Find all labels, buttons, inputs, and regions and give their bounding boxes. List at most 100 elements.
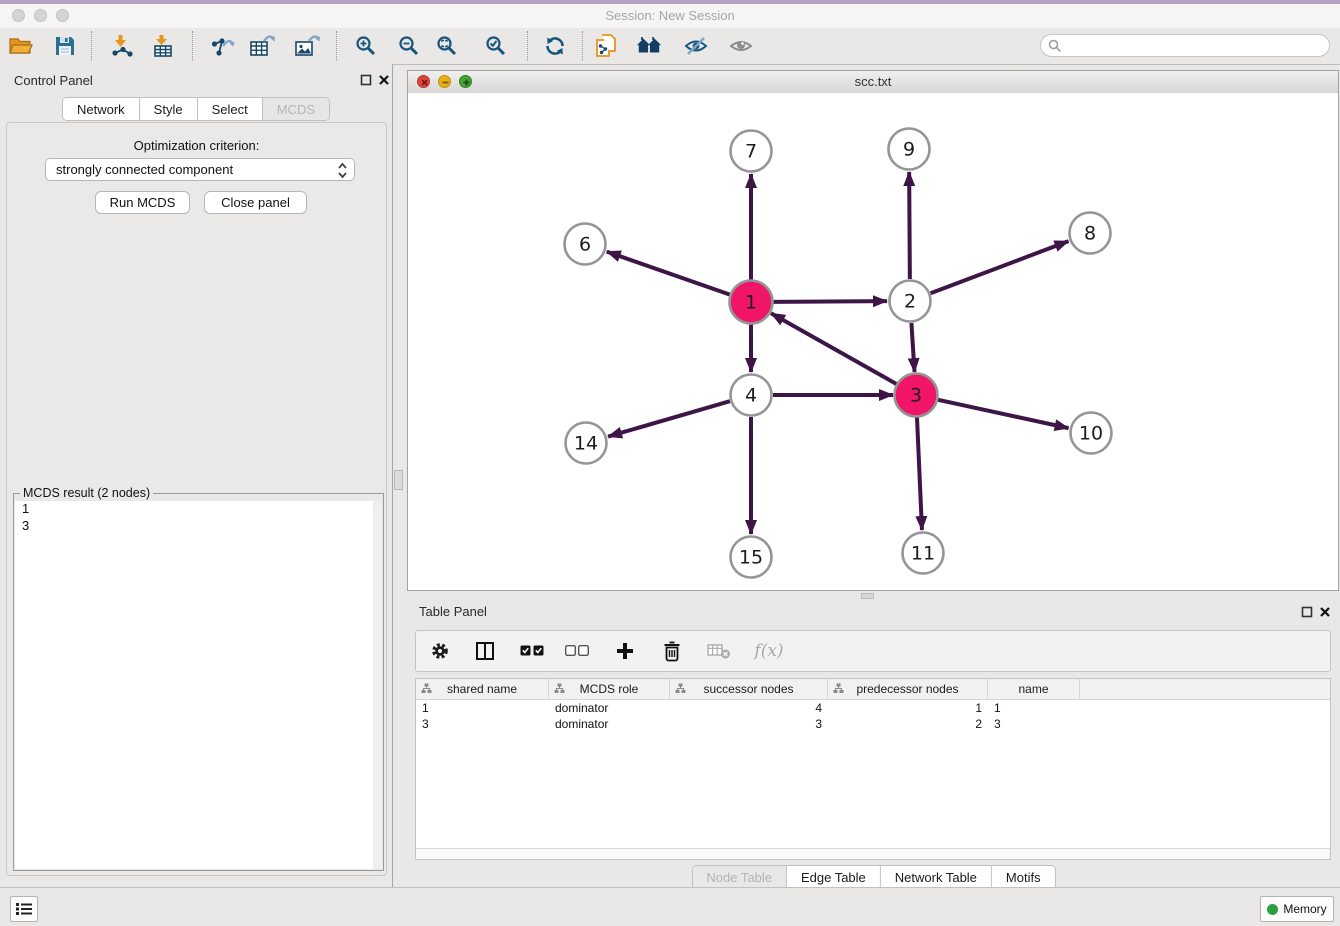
- table-hscrollbar[interactable]: [416, 848, 1330, 859]
- tab-motifs[interactable]: Motifs: [992, 866, 1055, 889]
- add-row-icon[interactable]: [613, 639, 637, 663]
- main-window: Session: New Session: [0, 4, 1340, 926]
- function-builder-icon[interactable]: f(x): [752, 639, 786, 663]
- tab-network[interactable]: Network: [63, 98, 140, 120]
- vertical-splitter-grip[interactable]: [394, 470, 403, 490]
- clone-network-icon[interactable]: [593, 33, 619, 59]
- task-history-button[interactable]: [10, 896, 38, 922]
- run-mcds-button[interactable]: Run MCDS: [95, 191, 190, 214]
- zoom-selected-icon[interactable]: [483, 33, 509, 59]
- network-view[interactable]: 7968124314101511: [408, 93, 1338, 590]
- graph-edge-2-8[interactable]: [931, 241, 1069, 293]
- column-settings-icon[interactable]: [428, 639, 452, 663]
- table-panel-title: Table Panel: [419, 604, 487, 619]
- tab-select[interactable]: Select: [198, 98, 263, 120]
- import-network-icon[interactable]: [109, 33, 135, 59]
- close-panel-button[interactable]: Close panel: [204, 191, 307, 214]
- deselect-all-icon[interactable]: [565, 639, 589, 663]
- table-cell[interactable]: 1: [828, 700, 988, 716]
- graph-edge-3-1[interactable]: [771, 313, 897, 384]
- table-row[interactable]: 1dominator411: [416, 700, 1330, 716]
- table-cell[interactable]: 2: [828, 716, 988, 732]
- criterion-dropdown[interactable]: strongly connected component: [45, 158, 355, 181]
- column-label: shared name: [447, 682, 517, 696]
- zoom-out-icon[interactable]: [396, 33, 422, 59]
- select-all-icon[interactable]: [520, 639, 544, 663]
- graph-edge-1-6[interactable]: [607, 252, 731, 295]
- table-cell[interactable]: 1: [416, 700, 549, 716]
- memory-button[interactable]: Memory: [1260, 896, 1334, 922]
- zoom-in-icon[interactable]: [353, 33, 379, 59]
- network-window-titlebar[interactable]: scc.txt: [408, 71, 1338, 94]
- result-scrollbar[interactable]: [373, 501, 382, 869]
- tab-network-table[interactable]: Network Table: [881, 866, 992, 889]
- home-icon[interactable]: [636, 33, 662, 59]
- table-cell[interactable]: 3: [988, 716, 1080, 732]
- tab-mcds[interactable]: MCDS: [263, 98, 329, 120]
- hierarchy-icon: [675, 683, 686, 697]
- delete-table-icon[interactable]: [707, 639, 731, 663]
- fx-label: f(x): [754, 641, 783, 661]
- table-cell[interactable]: 4: [670, 700, 828, 716]
- app-titlebar[interactable]: Session: New Session: [0, 4, 1340, 29]
- mcds-result-lines: 13: [15, 501, 382, 534]
- graph-node-label-7: 7: [745, 141, 757, 163]
- table-header-row: shared name MCDS role successor nodesprede…: [416, 679, 1330, 700]
- close-panel-icon[interactable]: [377, 73, 390, 86]
- graph-edge-2-9[interactable]: [909, 172, 910, 279]
- table-cell[interactable]: 1: [988, 700, 1080, 716]
- horizontal-splitter-grip[interactable]: [861, 593, 874, 599]
- graph-node-label-4: 4: [745, 385, 757, 407]
- split-panel-icon[interactable]: [473, 639, 497, 663]
- column-header-shared-name[interactable]: shared name: [416, 679, 549, 699]
- table-cell[interactable]: dominator: [549, 700, 670, 716]
- search-input[interactable]: [1066, 36, 1329, 55]
- table-cell[interactable]: 3: [416, 716, 549, 732]
- column-header-MCDS-role[interactable]: MCDS role: [549, 679, 670, 699]
- save-session-icon[interactable]: [52, 33, 78, 59]
- import-table-icon[interactable]: [150, 33, 176, 59]
- result-line: 1: [15, 501, 382, 518]
- delete-row-icon[interactable]: [660, 639, 684, 663]
- refresh-icon[interactable]: [542, 33, 568, 59]
- table-row[interactable]: 3dominator323: [416, 716, 1330, 732]
- graph-edge-4-14[interactable]: [608, 401, 730, 436]
- zoom-fit-icon[interactable]: [434, 33, 460, 59]
- tab-node-table[interactable]: Node Table: [692, 866, 787, 889]
- memory-status-icon: [1267, 904, 1278, 915]
- graph-node-label-15: 15: [739, 547, 763, 569]
- export-network-icon[interactable]: [209, 33, 235, 59]
- mcds-result-group: MCDS result (2 nodes) 13: [13, 493, 384, 871]
- graph-edge-1-2[interactable]: [773, 301, 887, 302]
- hide-graphics-details-icon[interactable]: [683, 33, 709, 59]
- float-panel-icon[interactable]: [359, 73, 372, 86]
- table-panel: Table Panel: [407, 600, 1340, 892]
- table-cell[interactable]: 3: [670, 716, 828, 732]
- graph-edge-3-10[interactable]: [937, 400, 1068, 428]
- close-table-panel-icon[interactable]: [1318, 605, 1331, 618]
- show-graphics-details-icon[interactable]: [728, 33, 754, 59]
- export-table-icon[interactable]: [249, 33, 275, 59]
- node-table: shared name MCDS role successor nodesprede…: [415, 678, 1331, 860]
- column-header-name[interactable]: name: [988, 679, 1080, 699]
- open-session-icon[interactable]: [7, 33, 33, 59]
- graph-node-label-14: 14: [574, 433, 598, 455]
- graph-node-label-9: 9: [903, 139, 915, 161]
- table-cell[interactable]: dominator: [549, 716, 670, 732]
- column-label: MCDS role: [580, 682, 639, 696]
- graph-edge-2-3[interactable]: [911, 323, 914, 372]
- mcds-result-textarea[interactable]: 13: [15, 501, 382, 869]
- optimization-criterion-label: Optimization criterion:: [7, 138, 386, 153]
- graph-edge-3-11[interactable]: [917, 417, 922, 530]
- tab-style[interactable]: Style: [140, 98, 198, 120]
- column-header-predecessor-nodes[interactable]: predecessor nodes: [828, 679, 988, 699]
- tab-edge-table[interactable]: Edge Table: [787, 866, 881, 889]
- table-body: 1dominator4113dominator323: [416, 700, 1330, 732]
- criterion-dropdown-value: strongly connected component: [56, 162, 233, 177]
- toolbar-separator: [527, 31, 529, 61]
- column-header-successor-nodes[interactable]: successor nodes: [670, 679, 828, 699]
- export-image-icon[interactable]: [294, 33, 320, 59]
- float-table-panel-icon[interactable]: [1300, 605, 1313, 618]
- graph-node-label-8: 8: [1084, 223, 1096, 245]
- close-panel-label: Close panel: [221, 195, 290, 210]
